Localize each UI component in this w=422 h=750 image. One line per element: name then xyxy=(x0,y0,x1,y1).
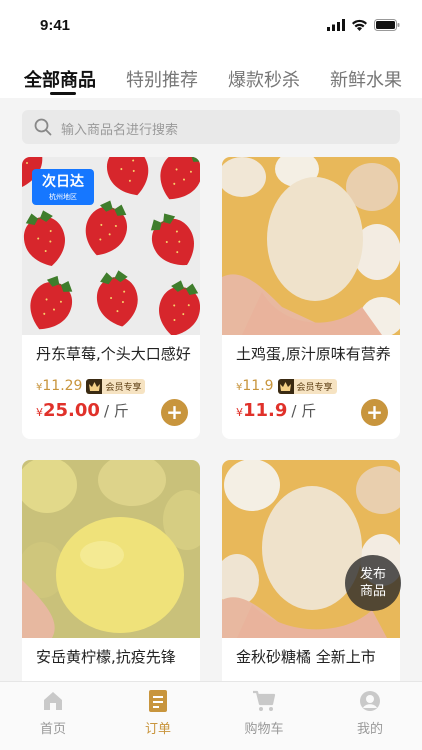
tabbar-label: 购物车 xyxy=(244,722,284,737)
tabbar-label: 我的 xyxy=(356,722,383,737)
search-input[interactable]: 输入商品名进行搜索 xyxy=(22,110,400,144)
status-icons xyxy=(327,19,400,31)
price-unit: / 斤 xyxy=(103,402,129,420)
home-icon xyxy=(44,692,62,710)
next-day-badge: 次日达 杭州地区 xyxy=(32,169,94,205)
product-image xyxy=(222,157,400,335)
add-to-cart-button[interactable]: + xyxy=(361,399,388,426)
tabbar-item-orders[interactable]: 订单 xyxy=(118,688,198,737)
status-bar: 9:41 xyxy=(0,0,422,52)
tab-recommended[interactable]: 特别推荐 xyxy=(126,66,198,92)
active-tab-indicator xyxy=(50,92,76,95)
product-title: 金秋砂糖橘 全新上市 xyxy=(236,648,376,666)
wifi-icon xyxy=(352,19,367,31)
product-card[interactable]: 土鸡蛋,原汁原味有营养 ¥11.9 会员专享 ¥11.9 / 斤 + xyxy=(222,157,400,439)
tabbar-item-profile[interactable]: 我的 xyxy=(330,688,410,737)
cellular-signal-icon xyxy=(327,19,345,31)
tab-fresh-fruit[interactable]: 新鲜水果 xyxy=(330,66,402,92)
product-card[interactable]: 安岳黄柠檬,抗疫先锋 xyxy=(22,460,200,690)
product-title: 土鸡蛋,原汁原味有营养 xyxy=(236,345,391,363)
member-badge: 会员专享 xyxy=(277,378,337,394)
publish-label-line2: 商品 xyxy=(359,584,386,599)
search-placeholder: 输入商品名进行搜索 xyxy=(61,123,179,138)
member-price-row: ¥11.29 会员专享 xyxy=(36,377,146,395)
next-day-badge-title: 次日达 xyxy=(42,174,84,190)
price-row: ¥25.00 / 斤 xyxy=(36,400,129,421)
product-price: ¥25.00 xyxy=(36,400,100,421)
crown-icon xyxy=(277,378,294,394)
tab-all-products[interactable]: 全部商品 xyxy=(24,66,96,92)
search-icon xyxy=(34,118,52,136)
publish-label-line1: 发布 xyxy=(359,567,386,582)
product-card[interactable]: 次日达 杭州地区 丹东草莓,个头大口感好 ¥11.29 会员专享 ¥25.00 … xyxy=(22,157,200,439)
member-price-row: ¥11.9 会员专享 xyxy=(236,377,337,395)
product-image xyxy=(222,460,400,638)
tabbar-item-home[interactable]: 首页 xyxy=(13,688,93,737)
price-unit: / 斤 xyxy=(291,402,317,420)
tabbar-item-cart[interactable]: 购物车 xyxy=(224,688,304,737)
next-day-badge-subtitle: 杭州地区 xyxy=(49,193,77,201)
tab-flash-sale[interactable]: 爆款秒杀 xyxy=(228,66,300,92)
tabbar-label: 订单 xyxy=(144,722,171,737)
order-icon xyxy=(149,690,167,712)
member-price: ¥11.29 xyxy=(36,378,83,394)
member-badge: 会员专享 xyxy=(86,378,146,394)
status-time: 9:41 xyxy=(40,17,71,34)
publish-product-button[interactable]: 发布 商品 xyxy=(345,555,401,611)
tabbar-label: 首页 xyxy=(39,722,66,737)
battery-icon xyxy=(374,19,400,31)
product-price: ¥11.9 xyxy=(236,400,288,421)
user-icon xyxy=(360,691,380,711)
bottom-tab-bar: 首页 订单 购物车 我的 xyxy=(0,681,422,750)
product-title: 丹东草莓,个头大口感好 xyxy=(36,345,191,363)
add-to-cart-button[interactable]: + xyxy=(161,399,188,426)
member-price: ¥11.9 xyxy=(236,378,274,394)
product-image xyxy=(22,460,200,638)
price-row: ¥11.9 / 斤 xyxy=(236,400,316,421)
cart-icon xyxy=(253,690,276,711)
product-title: 安岳黄柠檬,抗疫先锋 xyxy=(36,648,176,666)
crown-icon xyxy=(86,378,103,394)
